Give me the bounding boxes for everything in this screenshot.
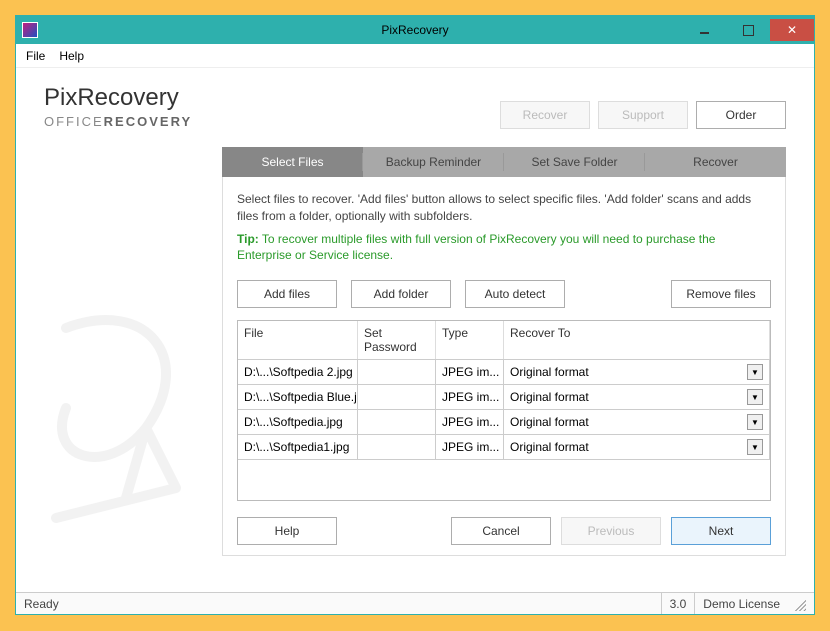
- cell-recover-to[interactable]: Original format▼: [504, 435, 770, 459]
- tab-backup-reminder[interactable]: Backup Reminder: [363, 147, 504, 177]
- dropdown-icon[interactable]: ▼: [747, 389, 763, 405]
- cell-file[interactable]: D:\...\Softpedia 2.jpg: [238, 360, 358, 384]
- page-title: PixRecovery: [44, 84, 192, 112]
- panel-tip: Tip: To recover multiple files with full…: [237, 231, 771, 265]
- recover-top-button[interactable]: Recover: [500, 101, 590, 129]
- menu-help[interactable]: Help: [59, 49, 84, 63]
- wizard-tabs: Select Files Backup Reminder Set Save Fo…: [222, 147, 786, 177]
- table-row[interactable]: D:\...\Softpedia Blue.j... JPEG im...Orig…: [238, 385, 770, 410]
- maximize-button[interactable]: [726, 19, 770, 41]
- dropdown-icon[interactable]: ▼: [747, 364, 763, 380]
- brand: PixRecovery OFFICERECOVERY: [44, 84, 192, 129]
- tab-set-save-folder[interactable]: Set Save Folder: [504, 147, 645, 177]
- file-table: File Set Password Type Recover To D:\...…: [237, 320, 771, 501]
- remove-files-button[interactable]: Remove files: [671, 280, 771, 308]
- cell-file[interactable]: D:\...\Softpedia.jpg: [238, 410, 358, 434]
- order-button[interactable]: Order: [696, 101, 786, 129]
- status-version: 3.0: [661, 593, 695, 614]
- cell-file[interactable]: D:\...\Softpedia1.jpg: [238, 435, 358, 459]
- cell-type[interactable]: JPEG im...: [436, 435, 504, 459]
- minimize-button[interactable]: [682, 19, 726, 41]
- table-row[interactable]: D:\...\Softpedia.jpg JPEG im...Original f…: [238, 410, 770, 435]
- status-license: Demo License: [694, 593, 788, 614]
- cancel-button[interactable]: Cancel: [451, 517, 551, 545]
- app-window: PixRecovery File Help PixRecovery OFFICE…: [15, 15, 815, 615]
- auto-detect-button[interactable]: Auto detect: [465, 280, 565, 308]
- table-row[interactable]: D:\...\Softpedia 2.jpg JPEG im...Original…: [238, 360, 770, 385]
- cell-recover-to[interactable]: Original format▼: [504, 410, 770, 434]
- table-row[interactable]: D:\...\Softpedia1.jpg JPEG im...Original …: [238, 435, 770, 460]
- cell-password[interactable]: [358, 385, 436, 409]
- add-folder-button[interactable]: Add folder: [351, 280, 451, 308]
- cell-recover-to[interactable]: Original format▼: [504, 385, 770, 409]
- tab-select-files[interactable]: Select Files: [222, 147, 363, 177]
- cell-type[interactable]: JPEG im...: [436, 385, 504, 409]
- cell-password[interactable]: [358, 360, 436, 384]
- close-button[interactable]: [770, 19, 814, 41]
- cell-recover-to[interactable]: Original format▼: [504, 360, 770, 384]
- cell-password[interactable]: [358, 435, 436, 459]
- content-area: PixRecovery OFFICERECOVERY Recover Suppo…: [16, 68, 814, 592]
- menu-file[interactable]: File: [26, 49, 45, 63]
- table-header: File Set Password Type Recover To: [238, 321, 770, 360]
- menubar: File Help: [16, 44, 814, 68]
- wizard-panel: Select files to recover. 'Add files' but…: [222, 177, 786, 556]
- background-swirl-icon: [26, 288, 206, 548]
- col-header-recover-to[interactable]: Recover To: [504, 321, 770, 359]
- col-header-file[interactable]: File: [238, 321, 358, 359]
- help-button[interactable]: Help: [237, 517, 337, 545]
- wizard: Select Files Backup Reminder Set Save Fo…: [222, 147, 786, 556]
- col-header-password[interactable]: Set Password: [358, 321, 436, 359]
- cell-file[interactable]: D:\...\Softpedia Blue.j...: [238, 385, 358, 409]
- titlebar: PixRecovery: [16, 16, 814, 44]
- statusbar: Ready 3.0 Demo License: [16, 592, 814, 614]
- panel-description: Select files to recover. 'Add files' but…: [237, 191, 771, 225]
- resize-grip-icon[interactable]: [792, 597, 806, 611]
- tab-recover[interactable]: Recover: [645, 147, 786, 177]
- dropdown-icon[interactable]: ▼: [747, 414, 763, 430]
- cell-type[interactable]: JPEG im...: [436, 410, 504, 434]
- support-button[interactable]: Support: [598, 101, 688, 129]
- cell-password[interactable]: [358, 410, 436, 434]
- previous-button[interactable]: Previous: [561, 517, 661, 545]
- col-header-type[interactable]: Type: [436, 321, 504, 359]
- cell-type[interactable]: JPEG im...: [436, 360, 504, 384]
- status-text: Ready: [24, 597, 59, 611]
- dropdown-icon[interactable]: ▼: [747, 439, 763, 455]
- next-button[interactable]: Next: [671, 517, 771, 545]
- app-icon: [22, 22, 38, 38]
- add-files-button[interactable]: Add files: [237, 280, 337, 308]
